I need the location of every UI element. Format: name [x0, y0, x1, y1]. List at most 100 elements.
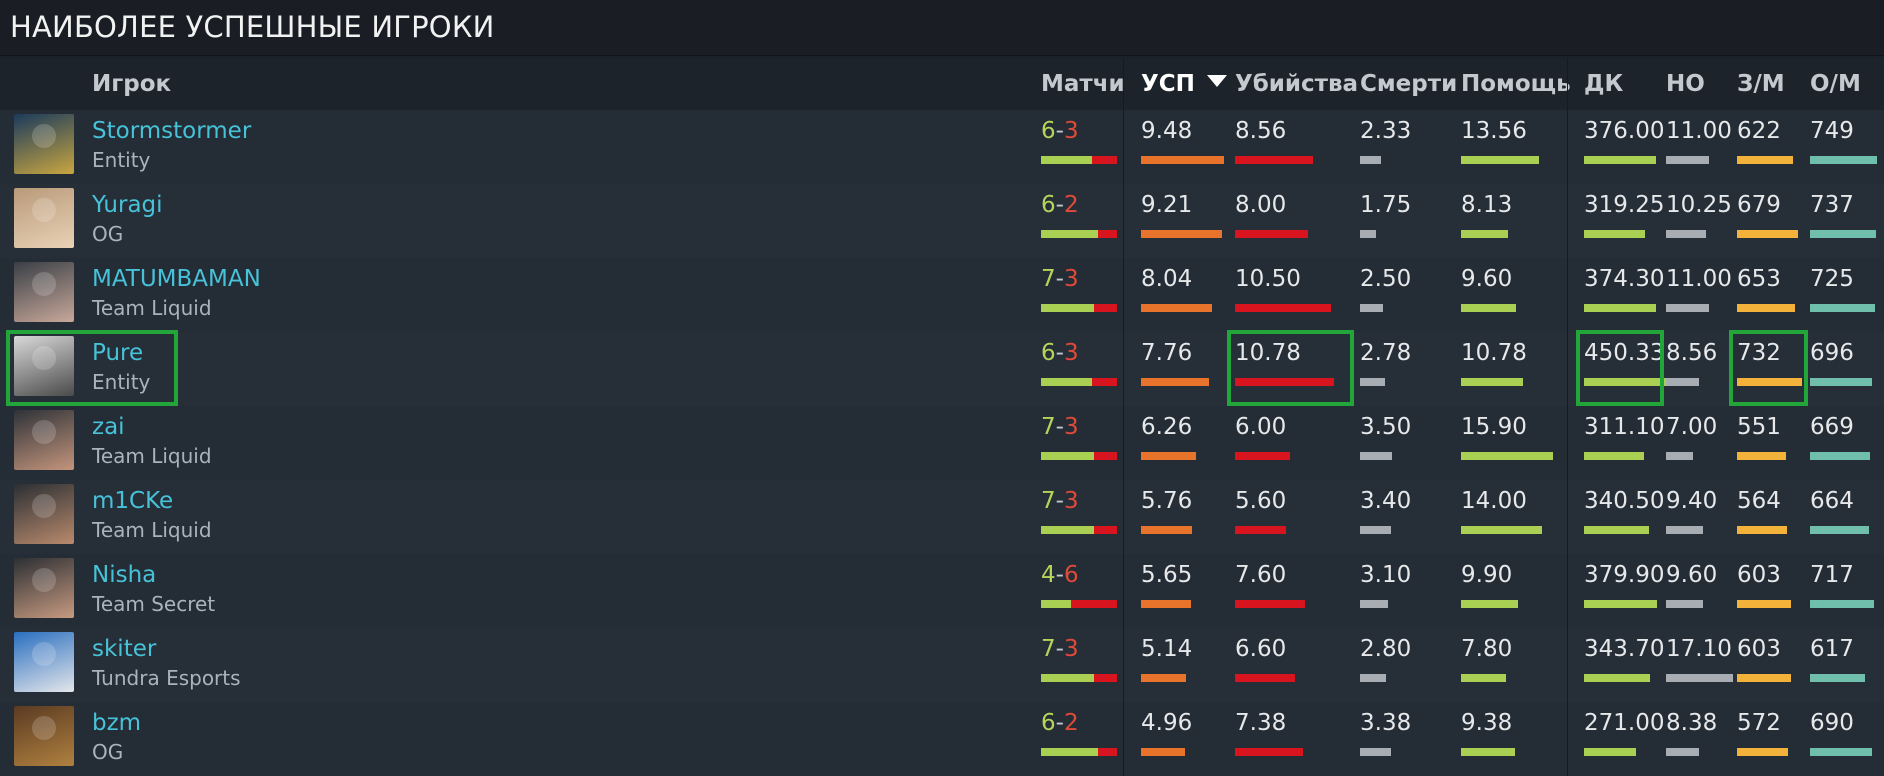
matches-wins: 7	[1041, 414, 1056, 440]
table-row[interactable]: Pure Entity 6-3 7.76 10.78 2.78 10.78 450.33 8.5…	[0, 332, 1884, 406]
table-row[interactable]: skiter Tundra Esports 7-3 5.14 6.60 2.80 7.80 3…	[0, 628, 1884, 702]
deaths-bar	[1360, 526, 1391, 534]
xpm-value: 749	[1810, 118, 1854, 144]
table-row[interactable]: Yuragi OG 6-2 9.21 8.00 1.75 8.13 319.25 10.25 67…	[0, 184, 1884, 258]
deaths-value: 3.10	[1360, 562, 1412, 588]
matches-separator: -	[1055, 118, 1064, 144]
denies-value: 11.00	[1666, 266, 1732, 292]
player-team: Team Secret	[92, 592, 216, 616]
matches-bar-losses	[1094, 674, 1117, 682]
player-name-link[interactable]: Yuragi	[92, 192, 163, 218]
assists-value: 8.13	[1461, 192, 1513, 218]
table-row[interactable]: m1CKe Team Liquid 7-3 5.76 5.60 3.40 14.00 340.…	[0, 480, 1884, 554]
matches-losses: 3	[1063, 340, 1079, 366]
last-hits-value: 379.90	[1584, 562, 1665, 588]
col-kda-label: УСП	[1141, 71, 1195, 97]
col-player[interactable]: Игрок	[92, 58, 171, 110]
kills-bar	[1235, 304, 1331, 312]
col-last-hits[interactable]: ДК	[1584, 58, 1623, 110]
gpm-value: 653	[1737, 266, 1781, 292]
col-kills[interactable]: Убийства	[1235, 58, 1358, 110]
column-divider	[1123, 58, 1124, 776]
player-avatar[interactable]	[14, 114, 74, 174]
col-kda[interactable]: УСП	[1141, 58, 1227, 110]
col-xpm[interactable]: О/М	[1810, 58, 1861, 110]
denies-bar	[1666, 378, 1699, 386]
player-avatar[interactable]	[14, 262, 74, 322]
matches-losses: 3	[1063, 118, 1079, 144]
col-matches[interactable]: Матчи	[1041, 58, 1125, 110]
xpm-value: 690	[1810, 710, 1854, 736]
deaths-value: 3.38	[1360, 710, 1412, 736]
matches-record: 6-3	[1041, 118, 1079, 144]
player-name-link[interactable]: zai	[92, 414, 125, 440]
table-row[interactable]: zai Team Liquid 7-3 6.26 6.00 3.50 15.90 311.10…	[0, 406, 1884, 480]
matches-bar-losses	[1071, 600, 1117, 608]
deaths-value: 3.50	[1360, 414, 1412, 440]
matches-bar-wins	[1041, 230, 1098, 238]
player-avatar[interactable]	[14, 632, 74, 692]
kda-value: 9.21	[1141, 192, 1193, 218]
xpm-value: 664	[1810, 488, 1854, 514]
matches-bar	[1041, 748, 1117, 756]
player-name-link[interactable]: bzm	[92, 710, 141, 736]
matches-bar	[1041, 600, 1117, 608]
player-name-link[interactable]: Pure	[92, 340, 143, 366]
last-hits-bar	[1584, 452, 1644, 460]
player-team: Entity	[92, 370, 151, 394]
gpm-value: 564	[1737, 488, 1781, 514]
matches-losses: 6	[1063, 562, 1079, 588]
matches-bar-losses	[1092, 378, 1117, 386]
player-avatar[interactable]	[14, 558, 74, 618]
last-hits-value: 311.10	[1584, 414, 1665, 440]
matches-wins: 6	[1041, 710, 1056, 736]
matches-bar-wins	[1041, 304, 1094, 312]
gpm-bar	[1737, 304, 1795, 312]
player-avatar[interactable]	[14, 336, 74, 396]
last-hits-bar	[1584, 156, 1656, 164]
kills-bar	[1235, 600, 1305, 608]
assists-bar	[1461, 526, 1542, 534]
denies-value: 9.40	[1666, 488, 1718, 514]
kills-value: 8.56	[1235, 118, 1287, 144]
matches-separator: -	[1055, 414, 1064, 440]
assists-value: 13.56	[1461, 118, 1527, 144]
col-gpm[interactable]: З/М	[1737, 58, 1785, 110]
deaths-bar	[1360, 156, 1381, 164]
deaths-value: 1.75	[1360, 192, 1412, 218]
last-hits-value: 271.00	[1584, 710, 1665, 736]
last-hits-value: 340.50	[1584, 488, 1665, 514]
player-name-link[interactable]: m1CKe	[92, 488, 173, 514]
kda-value: 7.76	[1141, 340, 1193, 366]
player-avatar[interactable]	[14, 410, 74, 470]
col-denies[interactable]: НО	[1666, 58, 1705, 110]
matches-separator: -	[1055, 562, 1064, 588]
matches-bar-wins	[1041, 156, 1092, 164]
denies-value: 11.00	[1666, 118, 1732, 144]
gpm-value: 622	[1737, 118, 1781, 144]
assists-bar	[1461, 230, 1508, 238]
table-row[interactable]: Stormstormer Entity 6-3 9.48 8.56 2.33 13.56 37…	[0, 110, 1884, 184]
player-avatar[interactable]	[14, 706, 74, 766]
xpm-bar	[1810, 378, 1872, 386]
denies-bar	[1666, 304, 1709, 312]
gpm-bar	[1737, 378, 1802, 386]
xpm-value: 725	[1810, 266, 1854, 292]
table-row[interactable]: Nisha Team Secret 4-6 5.65 7.60 3.10 9.90 379.9…	[0, 554, 1884, 628]
player-name-link[interactable]: skiter	[92, 636, 156, 662]
player-avatar[interactable]	[14, 484, 74, 544]
assists-bar	[1461, 600, 1518, 608]
kills-bar	[1235, 526, 1286, 534]
assists-value: 9.90	[1461, 562, 1513, 588]
player-name-link[interactable]: Nisha	[92, 562, 156, 588]
table-row[interactable]: MATUMBAMAN Team Liquid 7-3 8.04 10.50 2.50 9.6…	[0, 258, 1884, 332]
col-deaths[interactable]: Смерти	[1360, 58, 1457, 110]
col-assists[interactable]: Помощь	[1461, 58, 1571, 110]
matches-separator: -	[1055, 192, 1064, 218]
player-name-link[interactable]: MATUMBAMAN	[92, 266, 261, 292]
gpm-bar	[1737, 526, 1787, 534]
gpm-value: 679	[1737, 192, 1781, 218]
player-name-link[interactable]: Stormstormer	[92, 118, 251, 144]
table-row[interactable]: bzm OG 6-2 4.96 7.38 3.38 9.38 271.00 8.38 572 690	[0, 702, 1884, 776]
player-avatar[interactable]	[14, 188, 74, 248]
